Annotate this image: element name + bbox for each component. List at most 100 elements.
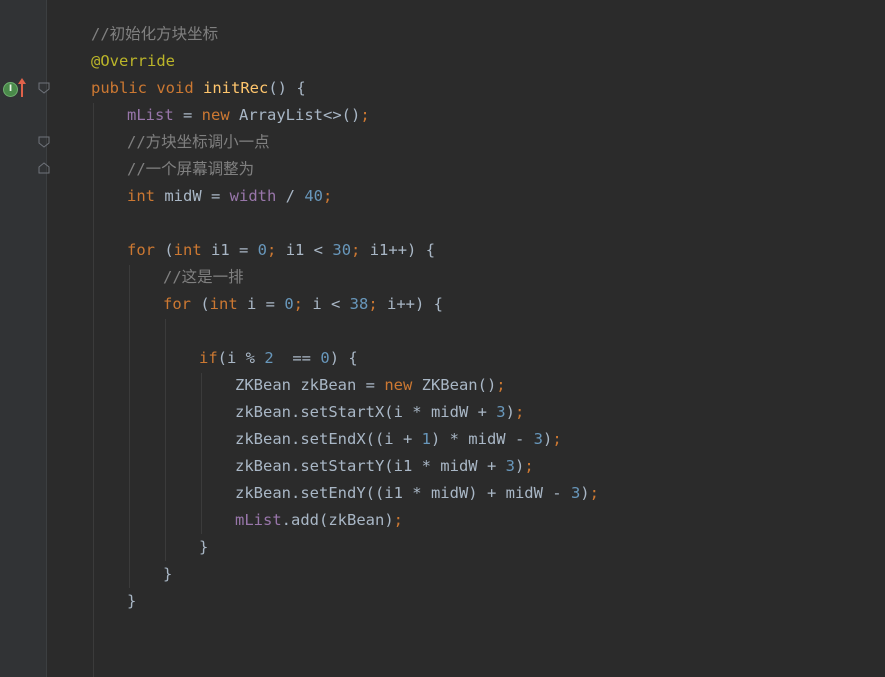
code-token: =	[173, 106, 202, 124]
code-token: for	[163, 295, 201, 313]
code-editor[interactable]: I //初始化方块坐标 @Override public void initRec(…	[0, 0, 885, 677]
code-token: new	[201, 106, 239, 124]
code-token: zkBean.setStartX(i * midW +	[235, 403, 497, 421]
code-token: 3	[570, 484, 581, 502]
code-line[interactable]	[0, 210, 885, 237]
code-line-text: //一个屏幕调整为	[127, 156, 254, 183]
code-token: ;	[293, 295, 313, 313]
code-line-text: //这是一排	[163, 264, 244, 291]
code-line-text: if(i % 2 == 0) {	[199, 345, 358, 372]
code-token: ;	[589, 484, 599, 502]
code-token: ==	[273, 349, 321, 367]
code-line[interactable]: zkBean.setStartX(i * midW + 3);	[0, 399, 885, 426]
code-token: new	[384, 376, 422, 394]
code-token: )	[580, 484, 590, 502]
code-line-text: for (int i = 0; i < 38; i++) {	[163, 291, 443, 318]
code-token: width	[229, 187, 277, 205]
code-token: () {	[268, 79, 306, 97]
code-token: ;	[351, 241, 370, 259]
code-token: 3	[505, 457, 515, 475]
code-line[interactable]: int midW = width / 40;	[0, 183, 885, 210]
code-line[interactable]: zkBean.setEndY((i1 * midW) + midW - 3);	[0, 480, 885, 507]
code-line[interactable]: zkBean.setEndX((i + 1) * midW - 3);	[0, 426, 885, 453]
code-line[interactable]: @Override	[0, 48, 885, 75]
code-line-text: zkBean.setEndX((i + 1) * midW - 3);	[235, 426, 562, 453]
code-line[interactable]: mList = new ArrayList<>();	[0, 102, 885, 129]
code-line[interactable]: //一个屏幕调整为	[0, 156, 885, 183]
code-token: ;	[393, 511, 403, 529]
code-line-text: mList = new ArrayList<>();	[127, 102, 370, 129]
code-token: 38	[349, 295, 369, 313]
code-token: ;	[360, 106, 370, 124]
code-line-text: }	[127, 588, 136, 615]
code-token: initRec	[203, 79, 269, 97]
code-token: ZKBean()	[421, 376, 497, 394]
code-token: ;	[524, 457, 534, 475]
code-token: int	[127, 187, 165, 205]
code-line[interactable]: zkBean.setStartY(i1 * midW + 3);	[0, 453, 885, 480]
code-token: ;	[496, 376, 506, 394]
code-token: //这是一排	[163, 268, 244, 286]
code-token: zkBean.setStartY(i1 * midW +	[235, 457, 506, 475]
code-line-text: zkBean.setStartX(i * midW + 3);	[235, 399, 524, 426]
code-token: .add(zkBean)	[281, 511, 394, 529]
code-line[interactable]: }	[0, 561, 885, 588]
code-line[interactable]: mList.add(zkBean);	[0, 507, 885, 534]
code-token: int	[173, 241, 211, 259]
code-token: ;	[552, 430, 562, 448]
code-token: ArrayList<>()	[239, 106, 361, 124]
code-line[interactable]: }	[0, 588, 885, 615]
code-line[interactable]: //初始化方块坐标	[0, 21, 885, 48]
code-token: mList	[235, 511, 282, 529]
code-line-text: zkBean.setStartY(i1 * midW + 3);	[235, 453, 534, 480]
code-token: 3	[496, 403, 506, 421]
code-line-text: }	[199, 534, 208, 561]
code-line-text: zkBean.setEndY((i1 * midW) + midW - 3);	[235, 480, 599, 507]
code-token: zkBean.setEndX((i +	[235, 430, 422, 448]
code-line-text: @Override	[91, 48, 175, 75]
code-token: 0	[284, 295, 294, 313]
code-token: (i %	[217, 349, 265, 367]
code-token: ;	[267, 241, 286, 259]
code-line[interactable]: //这是一排	[0, 264, 885, 291]
code-token: }	[127, 592, 137, 610]
code-token: i1 =	[211, 241, 258, 259]
code-line[interactable]: public void initRec() {	[0, 75, 885, 102]
code-line-text: //初始化方块坐标	[91, 21, 218, 48]
code-token: zkBean.setEndY((i1 * midW) + midW -	[235, 484, 571, 502]
code-line[interactable]: }	[0, 534, 885, 561]
code-token: 0	[320, 349, 330, 367]
code-token: (	[200, 295, 210, 313]
code-line[interactable]: ZKBean zkBean = new ZKBean();	[0, 372, 885, 399]
code-token: ) * midW -	[430, 430, 534, 448]
code-token: i1++) {	[369, 241, 436, 259]
indent-guide	[129, 265, 130, 588]
code-token: 40	[304, 187, 323, 205]
code-token: )	[505, 403, 515, 421]
code-token: 30	[332, 241, 352, 259]
code-line[interactable]: for (int i = 0; i < 38; i++) {	[0, 291, 885, 318]
code-line-text: mList.add(zkBean);	[235, 507, 403, 534]
code-token: ;	[323, 187, 333, 205]
code-token: 2	[264, 349, 274, 367]
code-token: i++) {	[387, 295, 444, 313]
code-token: public	[91, 79, 157, 97]
code-line[interactable]: for (int i1 = 0; i1 < 30; i1++) {	[0, 237, 885, 264]
code-token: mList	[127, 106, 174, 124]
code-line[interactable]: //方块坐标调小一点	[0, 129, 885, 156]
code-token: i <	[312, 295, 350, 313]
code-token: ZKBean zkBean =	[235, 376, 385, 394]
code-token: )	[542, 430, 553, 448]
code-line[interactable]: if(i % 2 == 0) {	[0, 345, 885, 372]
code-token: //初始化方块坐标	[91, 25, 219, 43]
code-token: //方块坐标调小一点	[127, 133, 270, 151]
code-token: //一个屏幕调整为	[127, 160, 255, 178]
code-token: void	[156, 79, 203, 97]
indent-guide	[201, 373, 202, 534]
code-token: ;	[368, 295, 388, 313]
code-line[interactable]	[0, 318, 885, 345]
code-token: i1 <	[285, 241, 333, 259]
code-token: midW =	[164, 187, 230, 205]
code-token: 3	[533, 430, 543, 448]
code-token: if	[199, 349, 218, 367]
